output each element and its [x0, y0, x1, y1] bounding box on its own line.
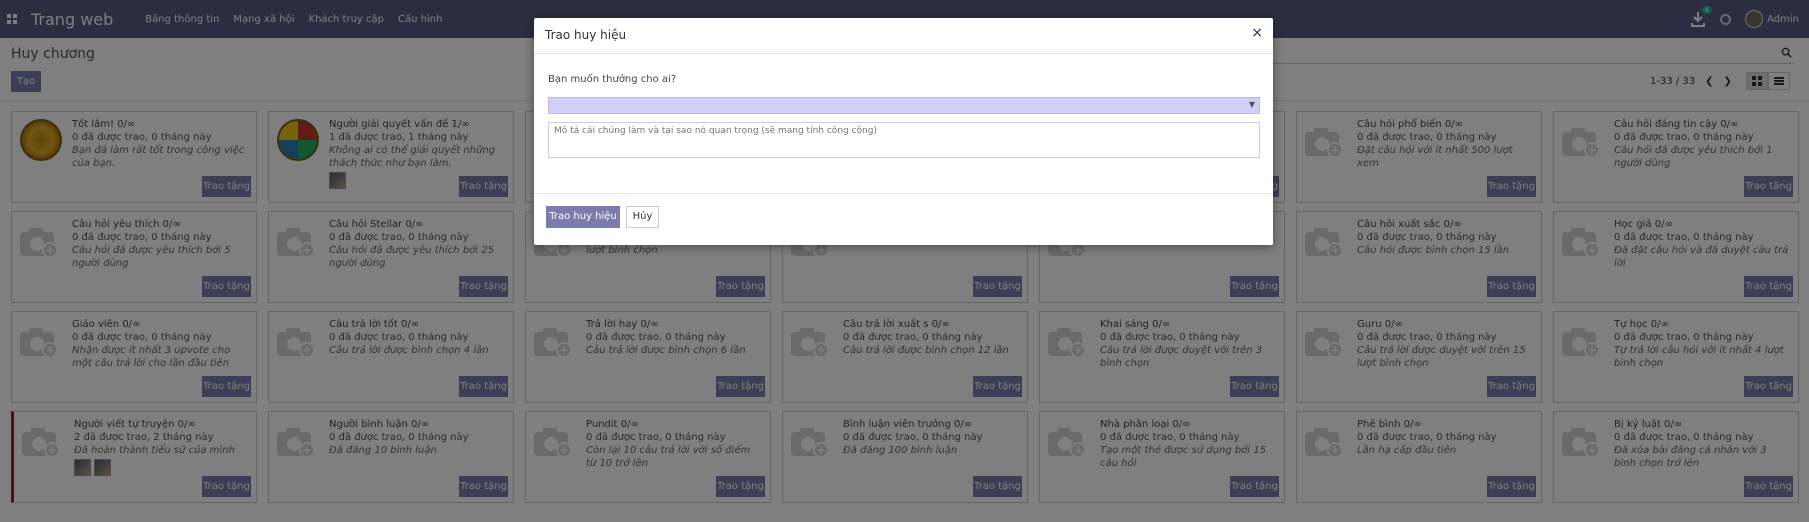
dialog-question: Bạn muốn thưởng cho ai?: [548, 74, 677, 85]
chevron-down-icon: ▼: [1248, 100, 1255, 109]
grant-badge-dialog: Trao huy hiệu × Bạn muốn thưởng cho ai? …: [534, 18, 1273, 245]
cancel-button[interactable]: Hủy: [626, 206, 659, 228]
dialog-header: Trao huy hiệu ×: [534, 18, 1273, 54]
user-select[interactable]: ▼: [548, 97, 1260, 114]
close-icon[interactable]: ×: [1251, 25, 1263, 41]
dialog-footer: Trao huy hiệu Hủy: [534, 193, 1273, 245]
grant-badge-button[interactable]: Trao huy hiệu: [546, 206, 620, 228]
dialog-title: Trao huy hiệu: [545, 28, 627, 42]
comment-textarea[interactable]: [548, 122, 1260, 158]
